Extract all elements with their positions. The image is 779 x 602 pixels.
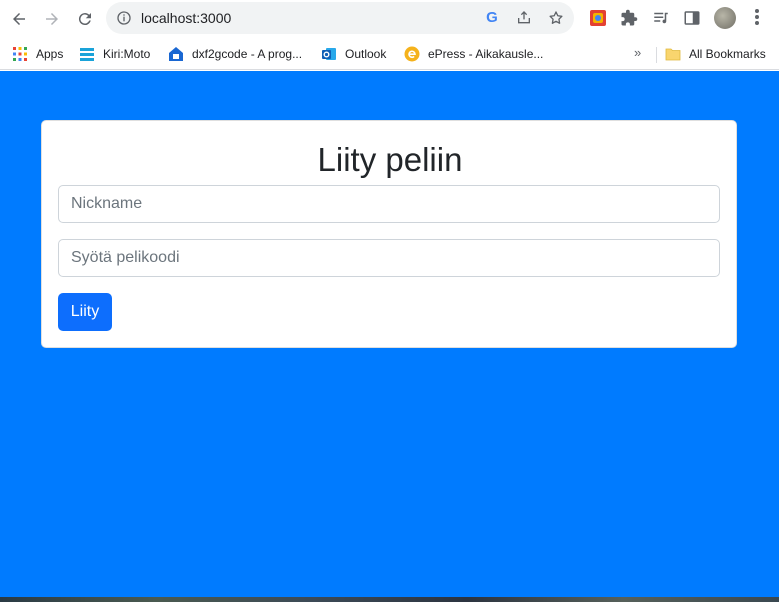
google-lens-icon[interactable]: G [484,10,500,26]
join-game-card: Liity peliin Liity [41,120,737,348]
join-button[interactable]: Liity [58,293,112,331]
forward-button[interactable] [39,6,65,32]
bookmark-apps[interactable]: Apps [12,45,63,63]
epress-icon [404,46,420,62]
arrow-left-icon [13,13,25,25]
profile-avatar[interactable] [714,7,736,29]
url-text[interactable]: localhost:3000 [141,10,231,26]
bookmark-epress[interactable]: ePress - Aikakausle... [404,45,543,63]
nickname-input[interactable] [58,185,720,223]
bookmark-label: Kiri:Moto [103,47,151,61]
bookmark-label: ePress - Aikakausle... [428,47,544,61]
bookmark-label: All Bookmarks [689,47,766,61]
dxf2gcode-icon [169,47,183,61]
bookmark-all-bookmarks[interactable]: All Bookmarks [665,45,766,63]
share-icon[interactable] [516,10,532,26]
side-panel-icon[interactable] [682,8,702,28]
page-title: Liity peliin [317,141,463,178]
game-code-input[interactable] [58,239,720,277]
more-bookmarks-chevron-icon[interactable]: » [634,45,641,60]
address-bar[interactable]: localhost:3000 G [106,2,574,34]
taskbar-edge [0,597,779,602]
bookmark-label: dxf2gcode - A prog... [192,47,303,61]
kirimoto-icon [80,48,94,61]
extension-colorful-icon[interactable] [588,8,608,28]
star-icon[interactable] [548,10,564,26]
bookmarks-divider [656,47,657,63]
browser-toolbar: localhost:3000 G [0,0,779,38]
apps-grid-icon [13,47,27,61]
outlook-icon [322,48,336,60]
folder-icon [665,48,681,61]
media-playlist-icon[interactable] [651,8,671,28]
bookmark-kirimoto[interactable]: Kiri:Moto [79,45,150,63]
reload-icon [78,13,91,26]
extensions-puzzle-icon[interactable] [619,8,639,28]
bookmarks-bar: Apps Kiri:Moto dxf2gcode - A prog... Out… [0,38,779,70]
bookmark-dxf2gcode[interactable]: dxf2gcode - A prog... [168,45,302,63]
bookmark-label: Outlook [345,47,387,61]
bookmark-label: Apps [36,47,64,61]
arrow-right-icon [46,13,58,25]
bookmark-outlook[interactable]: Outlook [321,45,386,63]
page-background: Liity peliin Liity [0,71,779,602]
reload-button[interactable] [72,6,98,32]
back-button[interactable] [6,6,32,32]
browser-menu-icon[interactable] [750,8,764,28]
info-icon[interactable] [116,10,132,26]
